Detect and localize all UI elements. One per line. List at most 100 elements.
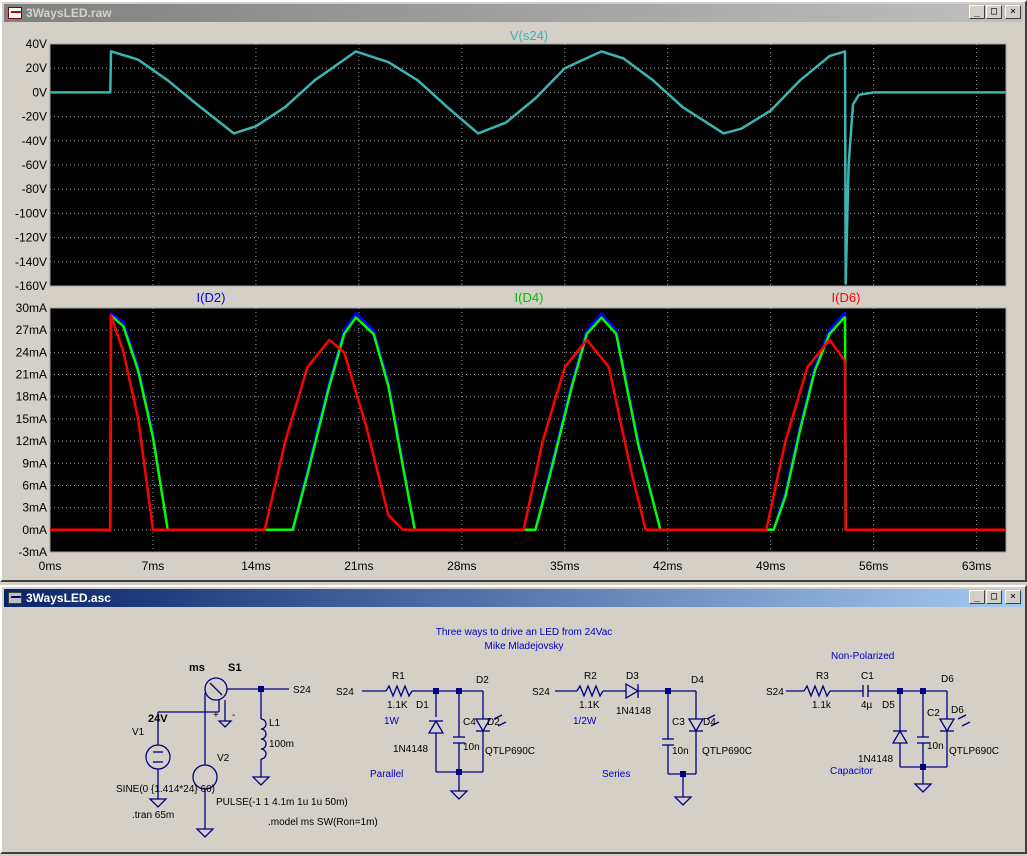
y-tick-label: -80V [22, 182, 47, 196]
r2-value-label: 1.1K [579, 700, 600, 711]
x-tick-label: 42ms [653, 559, 682, 573]
y-tick-label: -3mA [18, 545, 47, 559]
model-directive: .model ms SW(Ron=1m) [268, 817, 378, 828]
y-tick-label: 21mA [16, 368, 47, 382]
c3-name-label: C3 [672, 717, 685, 728]
v1-value-label: 24V [148, 713, 168, 725]
d2-model-label: QTLP690C [485, 746, 535, 757]
d4-led-symbol[interactable] [687, 718, 705, 733]
c2-value-label: 10n [927, 741, 944, 752]
r1-power-label: 1W [384, 716, 400, 727]
y-tick-label: 0mA [22, 523, 47, 537]
r3-symbol[interactable] [803, 684, 831, 698]
d2-name-label: D2 [487, 717, 500, 728]
r1-symbol[interactable] [385, 684, 413, 698]
d3-name-label: D3 [626, 671, 639, 682]
schematic-window-title: 3WaysLED.asc [26, 591, 111, 605]
schematic-title-bar[interactable]: 3WaysLED.asc _ □ × [4, 589, 1023, 607]
v1-spec-label: SINE(0 {1.414*24} 60) [116, 784, 215, 795]
schematic-window: 3WaysLED.asc _ □ × Three ways to drive a… [0, 585, 1027, 854]
close-button[interactable]: × [1005, 5, 1021, 19]
x-tick-label: 14ms [241, 559, 270, 573]
schematic-drawing[interactable]: Three ways to drive an LED from 24Vac Mi… [6, 609, 1025, 852]
l1-name-label: L1 [269, 718, 281, 729]
d1-name-label: D1 [416, 700, 429, 711]
c2-name-label: C2 [927, 708, 940, 719]
capacitor-caption: Capacitor [830, 766, 873, 777]
switch-name-label: S1 [228, 662, 241, 674]
tran-directive: .tran 65m [132, 810, 174, 821]
d3-symbol[interactable] [625, 682, 640, 700]
maximize-button[interactable]: □ [986, 590, 1002, 604]
v2-name-label: V2 [217, 753, 230, 764]
d4-node-label: D4 [691, 675, 704, 686]
waveform-app-icon [8, 7, 22, 19]
top-pane[interactable]: 40V 20V 0V -20V -40V -60V -80V -100V -120V -140V -… [15, 37, 1007, 293]
r3-value-label: 1.1k [812, 700, 832, 711]
y-tick-label: -160V [15, 279, 47, 293]
minimize-button[interactable]: _ [969, 5, 985, 19]
r1-value-label: 1.1K [387, 700, 408, 711]
y-tick-label: 27mA [16, 323, 47, 337]
d5-symbol[interactable] [891, 729, 909, 744]
d6-name-label: D6 [951, 705, 964, 716]
d1-model-label: 1N4148 [393, 744, 428, 755]
l1-symbol[interactable] [260, 718, 267, 760]
s24-net-label: S24 [336, 687, 354, 698]
bottom-plot-background[interactable] [49, 307, 1007, 553]
c3-value-label: 10n [672, 746, 689, 757]
d6-led-symbol[interactable] [938, 718, 956, 733]
id2-trace-label[interactable]: I(D2) [197, 290, 226, 305]
d6-model-label: QTLP690C [949, 746, 999, 757]
y-tick-label: 18mA [16, 390, 47, 404]
series-caption: Series [602, 769, 630, 780]
c4-value-label: 10n [463, 742, 480, 753]
d3-model-label: 1N4148 [616, 706, 651, 717]
x-tick-label: 28ms [447, 559, 476, 573]
ground-icon [673, 796, 693, 806]
v2-spec-label: PULSE(-1 1 4.1m 1u 1u 50m) [216, 797, 348, 808]
switch-plus-label: + [213, 710, 219, 721]
minimize-button[interactable]: _ [969, 590, 985, 604]
id6-trace-label[interactable]: I(D6) [832, 290, 861, 305]
schematic-app-icon [8, 592, 22, 604]
id4-trace-label[interactable]: I(D4) [515, 290, 544, 305]
d2-node-label: D2 [476, 675, 489, 686]
y-tick-label: -60V [22, 158, 47, 172]
parallel-section [362, 684, 507, 800]
d1-symbol[interactable] [427, 719, 445, 734]
maximize-button[interactable]: □ [986, 5, 1002, 19]
y-tick-label: -120V [15, 231, 47, 245]
y-tick-label: 40V [26, 37, 47, 51]
waveform-window-title: 3WaysLED.raw [26, 6, 112, 20]
x-tick-label: 35ms [550, 559, 579, 573]
waveform-plot-area[interactable]: 40V 20V 0V -20V -40V -60V -80V -100V -120V -140V -… [6, 24, 1021, 576]
y-tick-label: 30mA [16, 301, 47, 315]
ground-icon [217, 720, 233, 728]
y-tick-label: 0V [32, 85, 47, 99]
waveform-window: 3WaysLED.raw _ □ × 40V 20V 0V -20V -40V -60V -… [0, 0, 1027, 582]
l1-value-label: 100m [269, 739, 294, 750]
r2-name-label: R2 [584, 671, 597, 682]
vs24-trace-label[interactable]: V(s24) [510, 28, 548, 43]
close-button[interactable]: × [1005, 590, 1021, 604]
ground-icon [913, 783, 933, 793]
y-tick-label: 12mA [16, 434, 47, 448]
r2-symbol[interactable] [576, 684, 604, 698]
d5-name-label: D5 [882, 700, 895, 711]
r1-name-label: R1 [392, 671, 405, 682]
waveform-plot[interactable]: 40V 20V 0V -20V -40V -60V -80V -100V -120V -140V -… [6, 24, 1025, 580]
schematic-canvas[interactable]: Three ways to drive an LED from 24Vac Mi… [6, 609, 1021, 848]
d4-name-label: D4 [703, 717, 716, 728]
ground-icon [251, 776, 271, 786]
c1-value-label: 4µ [861, 700, 873, 711]
schematic-author: Mike Mladejovsky [485, 641, 564, 652]
v1-symbol[interactable] [145, 744, 171, 770]
non-polarized-label: Non-Polarized [831, 651, 894, 662]
y-tick-label: 3mA [22, 501, 47, 515]
bottom-pane[interactable]: 30mA 27mA 24mA 21mA 18mA 15mA 12mA 9mA 6mA 3mA 0mA… [16, 301, 1007, 559]
waveform-title-bar[interactable]: 3WaysLED.raw _ □ × [4, 4, 1023, 22]
x-tick-label: 7ms [142, 559, 165, 573]
y-tick-label: 15mA [16, 412, 47, 426]
v1-name-label: V1 [132, 727, 145, 738]
